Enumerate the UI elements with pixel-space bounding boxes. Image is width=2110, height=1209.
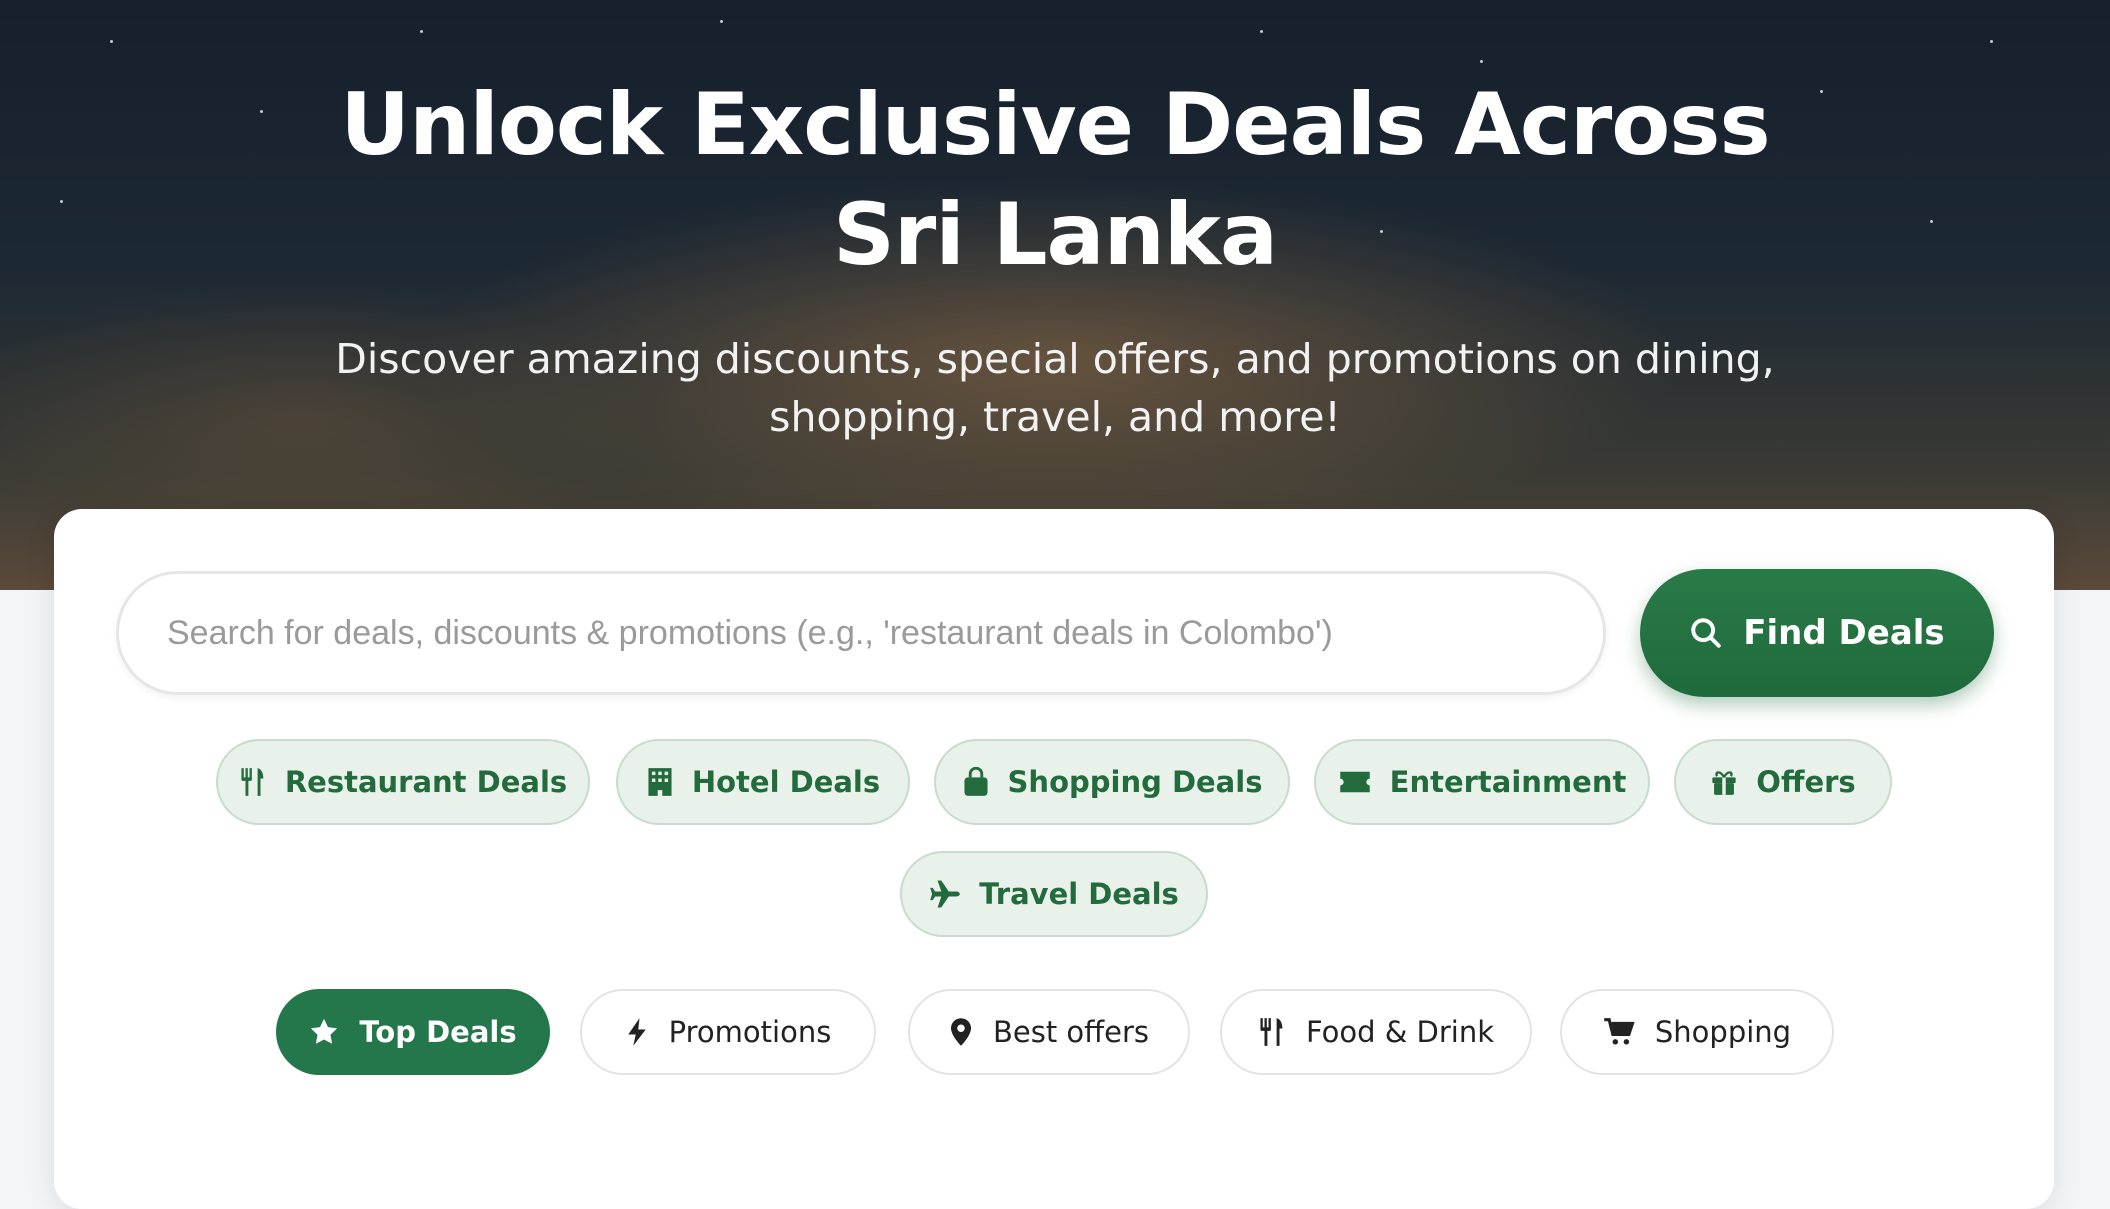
- cart-icon: [1603, 1017, 1635, 1047]
- star-decoration: [720, 20, 723, 23]
- category-entertainment[interactable]: Entertainment: [1314, 739, 1650, 825]
- tab-promotions[interactable]: Promotions: [580, 989, 876, 1075]
- shopping-bag-icon: [962, 767, 990, 797]
- tab-label: Top Deals: [359, 1015, 517, 1049]
- find-deals-button[interactable]: Find Deals: [1640, 569, 1994, 697]
- utensils-icon: [1258, 1017, 1286, 1047]
- search-input[interactable]: [116, 571, 1606, 695]
- bolt-icon: [625, 1017, 649, 1047]
- category-label: Offers: [1756, 765, 1856, 799]
- tab-best-offers[interactable]: Best offers: [908, 989, 1190, 1075]
- subtitle-line-1: Discover amazing discounts, special offe…: [335, 335, 1775, 383]
- star-decoration: [60, 200, 63, 203]
- search-icon: [1689, 616, 1723, 650]
- tab-top-deals[interactable]: Top Deals: [276, 989, 550, 1075]
- star-decoration: [1260, 30, 1263, 33]
- category-label: Restaurant Deals: [284, 765, 568, 799]
- hotel-icon: [646, 767, 674, 797]
- ticket-icon: [1338, 769, 1372, 795]
- plane-icon: [929, 879, 961, 909]
- gift-icon: [1710, 768, 1738, 796]
- star-decoration: [1930, 220, 1933, 223]
- star-icon: [309, 1017, 339, 1047]
- category-label: Hotel Deals: [691, 765, 881, 799]
- title-line-2: Sri Lanka: [832, 185, 1278, 285]
- tab-label: Promotions: [668, 1015, 832, 1049]
- tab-shopping[interactable]: Shopping: [1560, 989, 1834, 1075]
- search-card: Find Deals Restaurant Deals Hotel Deals …: [54, 509, 2054, 1209]
- category-travel-deals[interactable]: Travel Deals: [900, 851, 1208, 937]
- hero-banner: Unlock Exclusive Deals Across Sri Lanka …: [0, 0, 2110, 590]
- star-decoration: [1990, 40, 1993, 43]
- subtitle-line-2: shopping, travel, and more!: [769, 393, 1341, 441]
- category-shopping-deals[interactable]: Shopping Deals: [934, 739, 1290, 825]
- category-hotel-deals[interactable]: Hotel Deals: [616, 739, 910, 825]
- tab-label: Best offers: [992, 1015, 1150, 1049]
- category-label: Travel Deals: [979, 877, 1179, 911]
- star-decoration: [1480, 60, 1483, 63]
- star-decoration: [420, 30, 423, 33]
- tab-food-drink[interactable]: Food & Drink: [1220, 989, 1532, 1075]
- category-label: Entertainment: [1389, 765, 1627, 799]
- page-title: Unlock Exclusive Deals Across Sri Lanka: [200, 70, 1910, 290]
- tab-label: Shopping: [1654, 1015, 1792, 1049]
- utensils-icon: [239, 767, 267, 797]
- map-pin-icon: [949, 1017, 973, 1047]
- category-restaurant-deals[interactable]: Restaurant Deals: [216, 739, 590, 825]
- star-decoration: [110, 40, 113, 43]
- category-offers[interactable]: Offers: [1674, 739, 1892, 825]
- title-line-1: Unlock Exclusive Deals Across: [340, 75, 1770, 175]
- find-deals-label: Find Deals: [1743, 613, 1945, 653]
- category-label: Shopping Deals: [1007, 765, 1263, 799]
- page-subtitle: Discover amazing discounts, special offe…: [250, 330, 1860, 446]
- tab-label: Food & Drink: [1305, 1015, 1495, 1049]
